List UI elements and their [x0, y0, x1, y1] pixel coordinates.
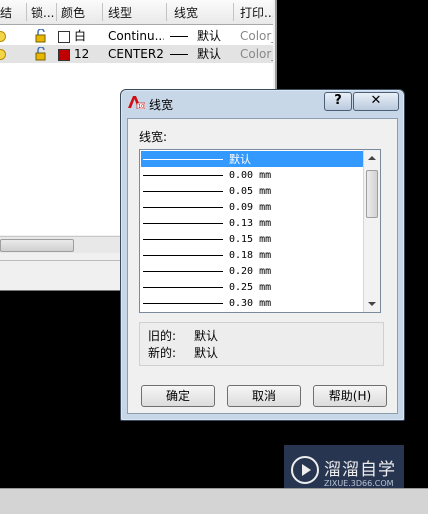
scroll-down-icon[interactable]: [364, 296, 380, 312]
layer-linetype[interactable]: Continu...: [108, 27, 164, 45]
sun-icon[interactable]: [0, 31, 6, 42]
lineweight-sample: [143, 255, 223, 256]
layer-plot-style: Color_12: [240, 47, 273, 61]
dialog-body: 线宽: 默认 0.00 mm 0.05 mm 0.09 mm 0.13 mm 0…: [127, 118, 398, 414]
layer-color-name: 白: [74, 29, 87, 43]
cancel-button[interactable]: 取消: [227, 385, 301, 407]
svg-text:10: 10: [138, 104, 144, 109]
watermark-brand: 溜溜自学: [324, 460, 396, 480]
lineweight-sample: [143, 287, 223, 288]
ok-button[interactable]: 确定: [141, 385, 215, 407]
lineweight-dialog: 10 线宽 ? ✕ 线宽: 默认 0.00 mm 0.05 mm 0.09 mm: [120, 89, 405, 421]
lineweight-sample: [143, 175, 223, 176]
lineweight-sample: [143, 303, 223, 304]
old-lineweight-row: 旧的: 默认: [148, 327, 218, 344]
lineweight-sample: [170, 36, 188, 37]
lineweight-option[interactable]: 0.18 mm: [141, 247, 363, 263]
unlock-icon[interactable]: [33, 47, 47, 61]
new-label: 新的:: [148, 346, 177, 360]
lineweight-option-label: 0.18 mm: [229, 250, 272, 261]
lineweight-option[interactable]: 0.20 mm: [141, 263, 363, 279]
color-swatch[interactable]: [58, 31, 70, 43]
scroll-up-icon[interactable]: [364, 150, 380, 166]
column-linetype[interactable]: 线型: [108, 0, 164, 24]
column-color[interactable]: 颜色: [61, 0, 101, 24]
old-value: 默认: [194, 329, 219, 343]
layer-lineweight[interactable]: 默认: [197, 27, 221, 45]
lineweight-listbox[interactable]: 默认 0.00 mm 0.05 mm 0.09 mm 0.13 mm 0.15 …: [139, 149, 381, 313]
lineweight-option[interactable]: 0.09 mm: [141, 199, 363, 215]
sun-icon[interactable]: [0, 49, 6, 60]
lineweight-sample: [170, 54, 188, 55]
column-freeze[interactable]: 结: [0, 0, 20, 24]
vertical-scrollbar[interactable]: [363, 150, 380, 312]
layer-lineweight[interactable]: 默认: [197, 45, 221, 63]
lineweight-option[interactable]: 0.05 mm: [141, 183, 363, 199]
layer-row[interactable]: 12 CENTER2 默认 Color_12: [0, 45, 273, 63]
help-button[interactable]: 帮助(H): [313, 385, 387, 407]
lineweight-sample: [143, 239, 223, 240]
lineweight-option-label: 0.25 mm: [229, 282, 272, 293]
layer-color-name: 12: [74, 47, 90, 61]
help-title-button[interactable]: ?: [324, 92, 352, 111]
lineweight-option-label: 0.30 mm: [229, 298, 272, 309]
watermark-url: ZIXUE.3D66.COM: [324, 479, 394, 488]
lineweight-option[interactable]: 0.00 mm: [141, 167, 363, 183]
lineweight-option-label: 0.09 mm: [229, 202, 272, 213]
color-swatch[interactable]: [58, 49, 70, 61]
column-plot-style[interactable]: 打印...: [240, 0, 273, 24]
lineweight-option[interactable]: 0.13 mm: [141, 215, 363, 231]
lineweight-sample: [143, 159, 223, 160]
play-logo-icon: [291, 456, 319, 484]
lineweight-option[interactable]: 0.15 mm: [141, 231, 363, 247]
dialog-title: 线宽: [149, 98, 174, 112]
new-lineweight-row: 新的: 默认: [148, 344, 218, 361]
lineweight-sample: [143, 271, 223, 272]
layer-linetype[interactable]: CENTER2: [108, 45, 164, 63]
bottom-strip: [0, 488, 428, 514]
lineweight-option-label: 0.20 mm: [229, 266, 272, 277]
column-lineweight[interactable]: 线宽: [174, 0, 230, 24]
old-label: 旧的:: [148, 329, 177, 343]
column-lock[interactable]: 锁...: [31, 0, 55, 24]
lineweight-option-label: 默认: [229, 153, 251, 166]
lineweight-option-label: 0.15 mm: [229, 234, 272, 245]
layer-plot-style: Color_7: [240, 29, 273, 43]
lineweight-sample: [143, 207, 223, 208]
lineweight-option[interactable]: 0.25 mm: [141, 279, 363, 295]
lineweight-option-label: 0.13 mm: [229, 218, 272, 229]
lineweight-sample: [143, 191, 223, 192]
lineweight-option[interactable]: 0.30 mm: [141, 295, 363, 311]
scrollbar-thumb[interactable]: [0, 239, 74, 252]
new-value: 默认: [194, 346, 219, 360]
layer-row[interactable]: 白 Continu... 默认 Color_7: [0, 27, 273, 45]
lineweight-sample: [143, 223, 223, 224]
lineweight-list-label: 线宽:: [139, 130, 168, 144]
unlock-icon[interactable]: [33, 29, 47, 43]
lineweight-option[interactable]: 默认: [141, 151, 363, 167]
scrollbar-thumb[interactable]: [366, 170, 378, 218]
lineweight-option-label: 0.00 mm: [229, 170, 272, 181]
lineweight-option-label: 0.05 mm: [229, 186, 272, 197]
lineweight-info: 旧的: 默认 新的: 默认: [139, 322, 384, 366]
autocad-icon: 10: [128, 96, 145, 109]
dialog-titlebar[interactable]: 10 线宽 ? ✕: [121, 90, 404, 116]
layer-table-header: 结 锁... 颜色 线型 线宽 打印...: [0, 0, 273, 25]
close-button[interactable]: ✕: [353, 92, 399, 111]
